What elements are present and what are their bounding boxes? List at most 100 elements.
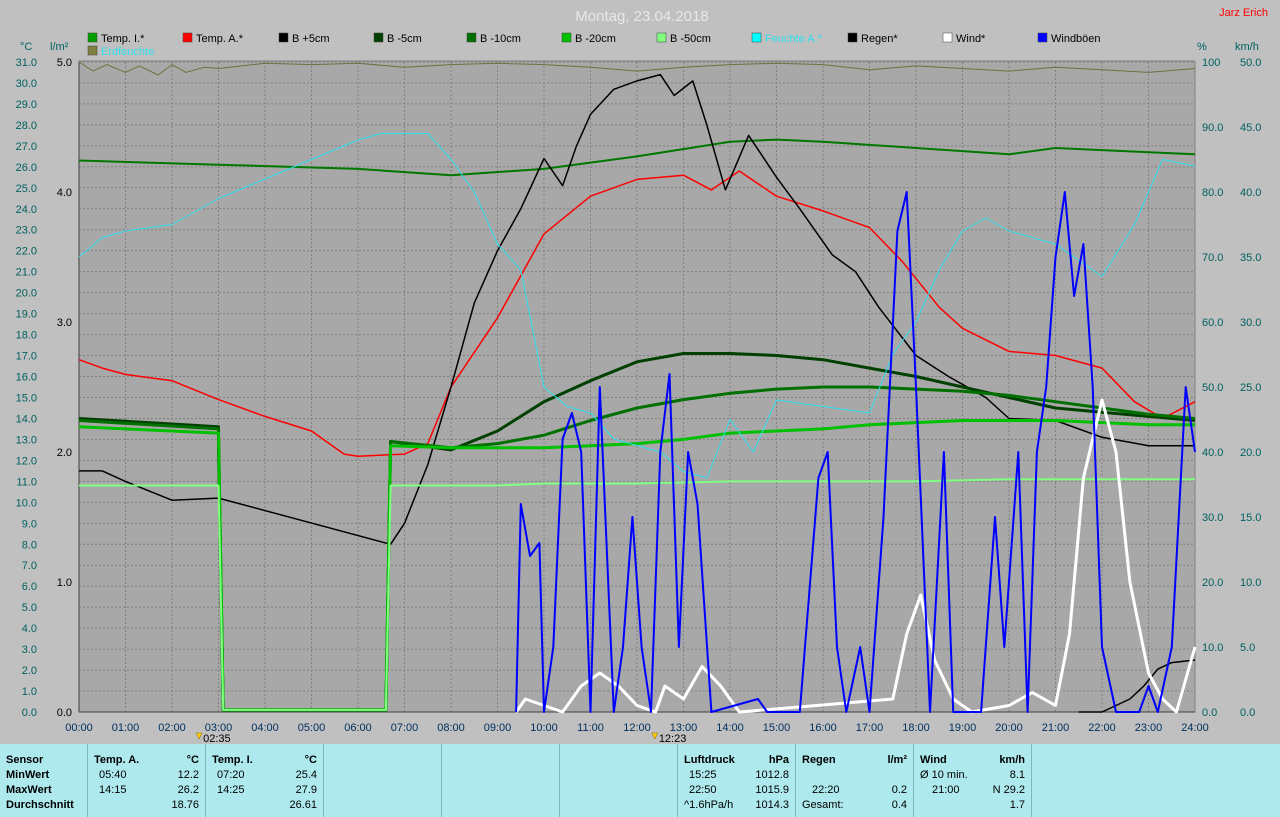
rain-tick-label: 1.0	[57, 577, 72, 589]
temp-a-max-value: 26.2	[177, 784, 199, 796]
legend-swatch	[466, 32, 477, 43]
stats-temp-a: Temp. A. °C 05:40 12.2 14:15 26.2 18.76	[88, 744, 206, 817]
temp-i-max-time: 14:25	[217, 784, 245, 796]
legend-swatch	[847, 32, 858, 43]
temp-a-unit: °C	[186, 754, 199, 766]
temp-tick-label: 7.0	[22, 560, 37, 572]
wind-tick-label: 30.0	[1240, 317, 1261, 329]
temp-tick-label: 31.0	[16, 57, 37, 69]
stats-labels: Sensor MinWert MaxWert Durchschnitt	[0, 744, 88, 817]
wind-tick-label: 25.0	[1240, 382, 1261, 394]
stats-temp-i: Temp. I. °C 07:20 25.4 14:25 27.9 26.61	[206, 744, 324, 817]
x-tick-label: 21:00	[1042, 722, 1070, 734]
temp-tick-label: 10.0	[16, 497, 37, 509]
legend-label: Temp. I.*	[101, 33, 145, 45]
rain-tick-label: 4.0	[57, 187, 72, 199]
temp-unit-label: °C	[20, 41, 32, 53]
legend-swatch	[751, 32, 762, 43]
wind-avg10-label: Ø 10 min.	[920, 769, 968, 781]
temp-tick-label: 27.0	[16, 141, 37, 153]
legend-label: B +5cm	[292, 33, 330, 45]
temp-tick-label: 21.0	[16, 267, 37, 279]
x-tick-label: 05:00	[298, 722, 326, 734]
temp-tick-label: 6.0	[22, 581, 37, 593]
x-tick-label: 14:00	[716, 722, 744, 734]
humidity-tick-label: 60.0	[1202, 317, 1223, 329]
x-tick-label: 17:00	[856, 722, 884, 734]
temp-tick-label: 23.0	[16, 225, 37, 237]
temp-tick-label: 12.0	[16, 455, 37, 467]
legend-label: Regen*	[861, 33, 898, 45]
x-tick-label: 12:00	[623, 722, 651, 734]
legend-swatch	[278, 32, 289, 43]
stats-empty-3	[560, 744, 678, 817]
temp-tick-label: 15.0	[16, 392, 37, 404]
wind-max-value: N 29.2	[992, 784, 1025, 796]
humidity-tick-label: 70.0	[1202, 252, 1223, 264]
temp-tick-label: 19.0	[16, 309, 37, 321]
stats-empty-2	[442, 744, 560, 817]
x-tick-label: 06:00	[344, 722, 372, 734]
rain-max-value: 0.2	[891, 784, 907, 796]
temp-tick-label: 28.0	[16, 120, 37, 132]
wind-avg10-value: 8.1	[1009, 769, 1025, 781]
wind-unit-label: km/h	[1235, 41, 1259, 53]
temp-tick-label: 9.0	[22, 518, 37, 530]
author-label: Jarz Erich	[1219, 7, 1268, 19]
temp-i-avg: 26.61	[289, 799, 317, 811]
x-tick-label: 22:00	[1088, 722, 1116, 734]
x-tick-label: 19:00	[949, 722, 977, 734]
x-tick-label: 24:00	[1181, 722, 1209, 734]
legend-label: Temp. A.*	[196, 33, 244, 45]
stats-empty-1	[324, 744, 442, 817]
wind-tick-label: 35.0	[1240, 252, 1261, 264]
temp-tick-label: 24.0	[16, 204, 37, 216]
pressure-min-value: 1012.8	[755, 769, 789, 781]
temp-tick-label: 22.0	[16, 246, 37, 258]
humidity-tick-label: 40.0	[1202, 447, 1223, 459]
stats-empty-4	[1032, 744, 1279, 817]
humidity-tick-label: 10.0	[1202, 642, 1223, 654]
legend-swatch	[942, 32, 953, 43]
legend-label: Wind*	[956, 33, 986, 45]
humidity-tick-label: 30.0	[1202, 512, 1223, 524]
wind-tick-label: 20.0	[1240, 447, 1261, 459]
temp-tick-label: 29.0	[16, 99, 37, 111]
pressure-head: Luftdruck	[684, 754, 735, 766]
legend-label: B -5cm	[387, 33, 422, 45]
legend-swatch	[182, 32, 193, 43]
chart-title: Montag, 23.04.2018	[575, 8, 708, 25]
temp-tick-label: 3.0	[22, 644, 37, 656]
x-tick-label: 18:00	[902, 722, 930, 734]
temp-tick-label: 2.0	[22, 665, 37, 677]
weather-chart: Montag, 23.04.2018 Jarz Erich Temp. I.* T…	[0, 0, 1280, 744]
temp-i-unit: °C	[304, 754, 317, 766]
temp-i-min-value: 25.4	[295, 769, 317, 781]
temp-i-head: Temp. I.	[212, 754, 253, 766]
stats-sensor-label: Sensor	[6, 754, 44, 766]
legend-label: Windböen	[1051, 33, 1101, 45]
temp-tick-label: 13.0	[16, 434, 37, 446]
temp-a-min-value: 12.2	[177, 769, 199, 781]
stats-panel: Sensor MinWert MaxWert Durchschnitt Temp…	[0, 744, 1280, 817]
pressure-max-time: 22:50	[689, 784, 717, 796]
humidity-tick-label: 90.0	[1202, 122, 1223, 134]
humidity-tick-label: 50.0	[1202, 382, 1223, 394]
pressure-unit: hPa	[768, 754, 789, 766]
temp-tick-label: 30.0	[16, 78, 37, 90]
wind-head: Wind	[920, 754, 947, 766]
temp-tick-label: 14.0	[16, 413, 37, 425]
wind-tick-label: 40.0	[1240, 187, 1261, 199]
legend-swatch	[1037, 32, 1048, 43]
temp-tick-label: 5.0	[22, 602, 37, 614]
x-tick-label: 20:00	[995, 722, 1023, 734]
temp-tick-label: 20.0	[16, 288, 37, 300]
humidity-tick-label: 100	[1202, 57, 1220, 69]
wind-tick-label: 10.0	[1240, 577, 1261, 589]
x-tick-label: 01:00	[112, 722, 140, 734]
legend-swatch	[87, 45, 98, 56]
temp-i-min-time: 07:20	[217, 769, 245, 781]
temp-a-head: Temp. A.	[94, 754, 140, 766]
legend-label: Feuchte A.*	[765, 33, 823, 45]
rain-tick-label: 2.0	[57, 447, 72, 459]
